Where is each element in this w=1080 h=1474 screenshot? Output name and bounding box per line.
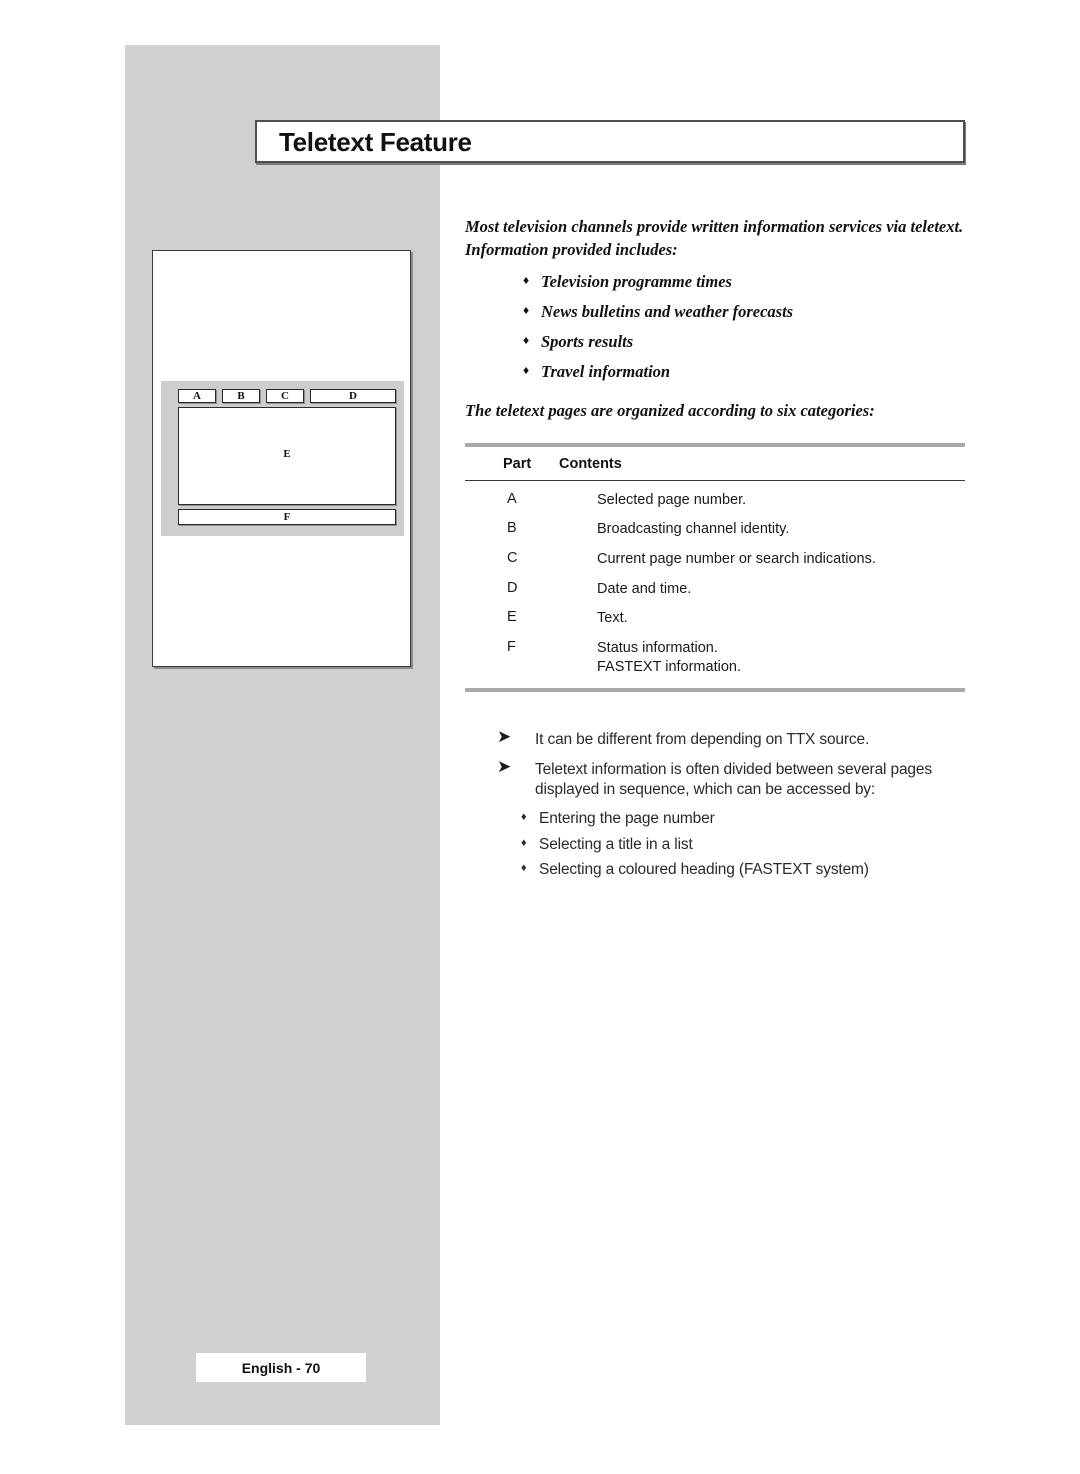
table-row: A Selected page number.	[465, 491, 965, 511]
cell-contents: Current page number or search indication…	[597, 550, 876, 567]
section-lead-text: The teletext pages are organized accordi…	[465, 400, 875, 420]
note-item: ➤ It can be different from depending on …	[465, 726, 965, 751]
main-content-column: Most television channels provide written…	[465, 215, 965, 887]
cell-contents: Status information. FASTEXT information.	[597, 639, 741, 676]
diagram-box-c: C	[266, 389, 304, 403]
note-text: It can be different from depending on TT…	[535, 730, 870, 748]
intro-bullet-label: Sports results	[541, 331, 634, 351]
teletext-screen-layout-diagram: A B C D E F	[152, 250, 411, 667]
footer-page-label: English - 70	[241, 1359, 321, 1376]
diamond-bullet-icon: ♦	[523, 272, 530, 287]
intro-bullet-label: Travel information	[541, 361, 671, 381]
cell-contents: Selected page number.	[597, 491, 747, 508]
table-bottom-rule	[465, 687, 965, 692]
column-header-contents: Contents	[559, 455, 622, 472]
intro-paragraph: Most television channels provide written…	[465, 217, 964, 260]
diagram-box-b: B	[222, 389, 260, 403]
footer-page-badge: English - 70	[196, 1353, 366, 1382]
cell-part: B	[507, 520, 517, 537]
table-row: C Current page number or search indicati…	[465, 550, 965, 570]
list-item: ♦ News bulletins and weather forecasts	[465, 302, 965, 322]
intro-bullet-label: Television programme times	[541, 271, 732, 291]
list-item: ♦ Travel information	[465, 362, 965, 382]
cell-contents: Broadcasting channel identity.	[597, 521, 790, 538]
cell-part: D	[507, 579, 518, 596]
diagram-box-b-label: B	[237, 390, 245, 402]
list-item: ♦ Entering the page number	[465, 810, 965, 829]
table-row: F Status information. FASTEXT informatio…	[465, 639, 965, 678]
diamond-bullet-icon: ♦	[523, 332, 530, 347]
diagram-box-e-label: E	[283, 448, 291, 460]
list-item: ♦ Television programme times	[465, 272, 965, 292]
cell-part: F	[507, 638, 516, 655]
diamond-bullet-icon: ♦	[523, 302, 530, 317]
arrow-bullet-icon: ➤	[497, 756, 512, 776]
table-header-row: Part Contents	[465, 447, 965, 480]
arrow-bullet-icon: ➤	[497, 726, 512, 746]
cell-part: C	[507, 549, 518, 566]
table-row: E Text.	[465, 609, 965, 629]
diagram-box-a: A	[178, 389, 216, 403]
note-sub-list: ♦ Entering the page number ♦ Selecting a…	[465, 810, 965, 880]
cell-part: E	[507, 609, 517, 626]
diagram-box-d: D	[310, 389, 396, 403]
list-item: ♦ Sports results	[465, 332, 965, 352]
table-body: A Selected page number. B Broadcasting c…	[465, 481, 965, 678]
note-sub-label: Entering the page number	[539, 810, 715, 828]
diagram-box-d-label: D	[349, 390, 357, 402]
diagram-box-e: E	[178, 407, 396, 505]
tv-screen-panel: A B C D E F	[161, 381, 404, 536]
diamond-bullet-icon: ♦	[521, 811, 527, 824]
note-sub-label: Selecting a title in a list	[539, 835, 693, 853]
note-sub-label: Selecting a coloured heading (FASTEXT sy…	[539, 861, 869, 879]
list-item: ♦ Selecting a coloured heading (FASTEXT …	[465, 861, 965, 880]
page-title-bar: Teletext Feature	[255, 120, 965, 163]
diamond-bullet-icon: ♦	[521, 862, 527, 875]
intro-bullet-list: ♦ Television programme times ♦ News bull…	[465, 272, 965, 382]
diagram-box-c-label: C	[281, 390, 289, 402]
table-row: D Date and time.	[465, 580, 965, 600]
note-text: Teletext information is often divided be…	[535, 760, 932, 799]
diagram-box-a-label: A	[193, 390, 201, 402]
cell-contents: Text.	[597, 610, 628, 627]
diamond-bullet-icon: ♦	[523, 362, 530, 377]
note-item: ➤ Teletext information is often divided …	[465, 756, 965, 802]
column-header-part: Part	[503, 455, 532, 472]
diagram-box-f: F	[178, 509, 396, 525]
table-row: B Broadcasting channel identity.	[465, 520, 965, 540]
list-item: ♦ Selecting a title in a list	[465, 836, 965, 855]
parts-table: Part Contents A Selected page number. B …	[465, 442, 965, 692]
diagram-box-f-label: F	[283, 511, 291, 523]
cell-contents: Date and time.	[597, 580, 692, 597]
intro-bullet-label: News bulletins and weather forecasts	[541, 301, 794, 321]
cell-part: A	[507, 490, 517, 507]
notes-section: ➤ It can be different from depending on …	[465, 726, 965, 880]
diamond-bullet-icon: ♦	[521, 836, 527, 849]
page-title: Teletext Feature	[279, 126, 472, 157]
